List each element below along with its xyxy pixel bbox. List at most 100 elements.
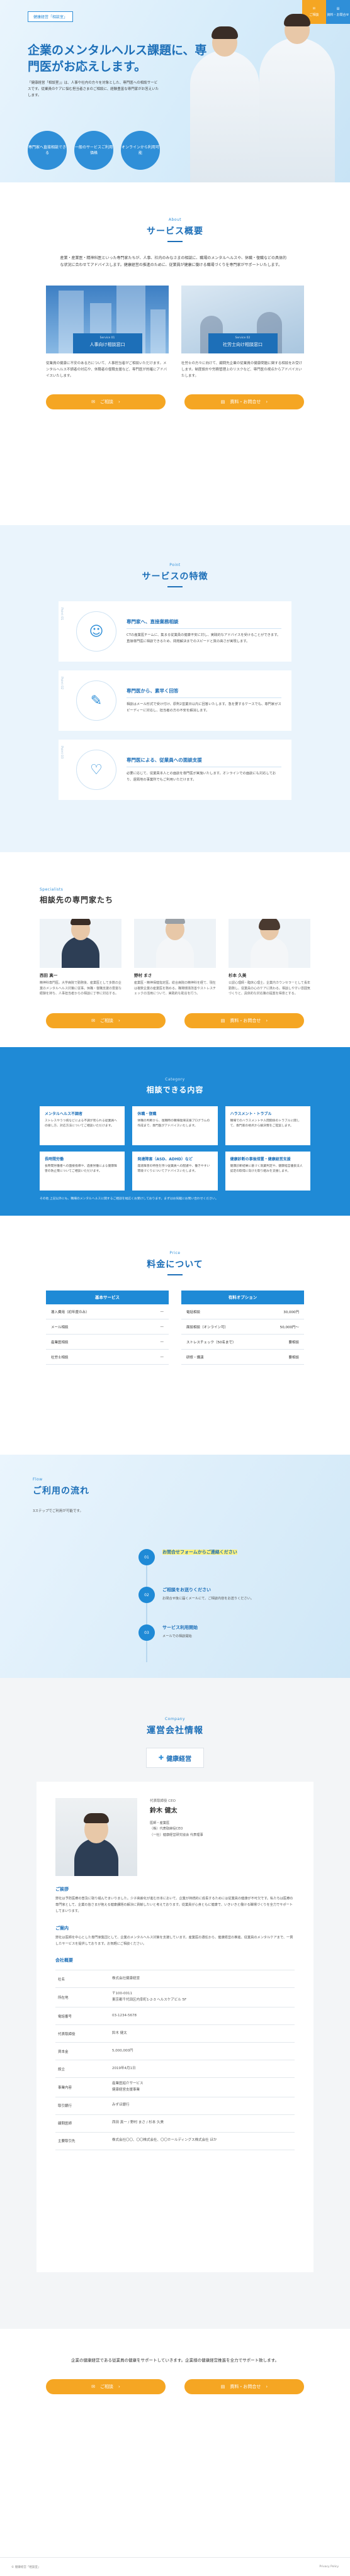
table-row: 社名 株式会社健康経営 bbox=[55, 1970, 295, 1989]
info-key: 設立 bbox=[58, 2067, 65, 2072]
features-eyebrow: Point bbox=[169, 563, 181, 567]
table-row: 顧問医師 西田 真一 / 野村 まさ / 杉本 久美 bbox=[55, 2115, 295, 2133]
pricing-section: Price 料金について 基本サービス 導入費用（初年度のみ） — メール相談 — … bbox=[0, 1216, 350, 1455]
price-item: ストレスチェック（50名まで） bbox=[186, 1340, 236, 1345]
company-eyebrow: Company bbox=[164, 1717, 186, 1721]
feature-title: 専門家へ、直接業務相談 bbox=[127, 618, 281, 629]
doctor-figure bbox=[190, 26, 259, 182]
step-number: 03 bbox=[138, 1624, 155, 1641]
price-item: 導入費用（初年度のみ） bbox=[51, 1310, 89, 1314]
ceo-role: 代表取締役 CEO bbox=[150, 1799, 176, 1803]
table-row: 設立 2019年4月1日 bbox=[55, 2060, 295, 2079]
document-icon: ▤ bbox=[220, 2384, 225, 2390]
specialists-title: 相談先の専門家たち bbox=[40, 896, 114, 904]
hero-section: 健康経営「相談室」 ✉ ご相談 ▤ 資料・お問合せ 企業のメンタルヘルス課題に、… bbox=[0, 0, 350, 182]
feature-item: Point 03 ♡ 専門医による、従業員への面談支援 必要に応じて、従業員本人… bbox=[59, 740, 291, 800]
price-item: 産業医相談 bbox=[51, 1340, 69, 1345]
specialist-card: 杉本 久美 公認心理師・臨床心理士。企業内カウンセラーとして長年勤務し、従業員の… bbox=[229, 919, 310, 1006]
specialists-eyebrow: Specialists bbox=[40, 887, 64, 892]
features-title: サービスの特徴 bbox=[142, 572, 208, 582]
contact-button[interactable]: ✉ ご相談 › bbox=[46, 1013, 166, 1028]
docs-button[interactable]: ▤ 資料・お問合せ › bbox=[184, 1013, 304, 1028]
info-key: 社名 bbox=[58, 1977, 65, 1982]
specialist-name: 杉本 久美 bbox=[229, 973, 247, 978]
info-value: 鈴木 健太 bbox=[112, 2031, 127, 2035]
info-value: 5,000,000円 bbox=[112, 2048, 133, 2053]
step-number: 02 bbox=[138, 1587, 155, 1603]
contact-button[interactable]: ✉ ご相談 › bbox=[46, 394, 166, 410]
service-desc: 社労士の方々に向けて、顧問先企業の従業員の健康問題に関する相談をお受けします。制… bbox=[181, 361, 303, 378]
category-title: 発達障害（ASD、ADHD）など bbox=[137, 1157, 193, 1162]
price-value: 50,000円〜 bbox=[279, 1325, 299, 1330]
vision-text: 弊社は医師を中心とした専門家集団として、企業のメンタルヘルス対策を支援しています… bbox=[55, 1935, 293, 1946]
feature-title: 専門医による、従業員への面談支援 bbox=[127, 757, 281, 767]
service-label-jp: 社労士向け相談窓口 bbox=[223, 341, 262, 347]
document-icon: ▤ bbox=[336, 7, 340, 11]
company-section: Company 運営会社情報 ✚ 健康経営 代表取締役 CEO 鈴木 健太 医師・… bbox=[0, 1678, 350, 2329]
specialist-photo bbox=[40, 919, 121, 968]
consult-category: 発達障害（ASD、ADHD）など発達障害の特性を持つ従業員への配慮や、働きやすい… bbox=[132, 1152, 218, 1191]
contact-button[interactable]: ✉ ご相談 › bbox=[46, 2379, 166, 2395]
arrow-right-icon: › bbox=[118, 2384, 120, 2390]
step-number: 01 bbox=[138, 1549, 155, 1565]
company-info-table: 社名 株式会社健康経営 所在地 〒100-0011 東京都千代田区内幸町1-2-3 … bbox=[55, 1970, 295, 2150]
contact-button-label: ご相談 bbox=[100, 2384, 114, 2390]
company-logo-text: 健康経営 bbox=[166, 1755, 192, 1763]
cta-section: 企業の健康経営である従業員の健康をサポートしていきます。企業様の健康経営推進を全… bbox=[0, 2329, 350, 2473]
consult-section: Category 相談できる内容 メンタルヘルス不調者 ストレスやうつ病などによる… bbox=[0, 1047, 350, 1216]
document-icon: ▤ bbox=[220, 399, 225, 405]
price-value: — bbox=[160, 1355, 164, 1359]
service-card-sharoushi: Service 02 社労士向け相談窓口 社労士の方々に向けて、顧問先企業の従業… bbox=[181, 285, 304, 380]
table-row: 産業医相談 — bbox=[46, 1335, 169, 1350]
info-title: 会社概要 bbox=[55, 1958, 73, 1963]
category-desc: 発達障害の特性を持つ従業員への配慮や、働きやすい環境づくりについてアドバイスいた… bbox=[137, 1165, 210, 1174]
consult-category: 健康診断の事後措置・健康経営支援 健康診断結果に基づく就業判定や、健康経営優良法人… bbox=[225, 1152, 310, 1191]
consult-note: その他 上記以外にも、職場のメンタルヘルスに関するご相談を幅広くお受けしておりま… bbox=[40, 1197, 218, 1201]
table-row: 主要取引先 株式会社〇〇、〇〇株式会社、〇〇ホールディングス株式会社 ほか bbox=[55, 2133, 295, 2150]
docs-button-label: 資料・お問合せ bbox=[230, 399, 261, 405]
step-desc: お問合せ後に届くメールにて、ご相談内容をお送りください。 bbox=[162, 1597, 254, 1601]
overview-title: サービス概要 bbox=[147, 226, 203, 236]
header-docs-button[interactable]: ▤ 資料・お問合せ bbox=[326, 0, 350, 24]
info-key: 顧問医師 bbox=[58, 2122, 72, 2126]
category-title: ハラスメント・トラブル bbox=[230, 1112, 272, 1116]
info-key: 代表取締役 bbox=[58, 2032, 76, 2036]
category-title: 長時間労働 bbox=[45, 1157, 64, 1162]
feature-item: Point 02 ✎ 専門医から、素早く回答 相談はメール形式で受け付け、原則2… bbox=[59, 670, 291, 731]
table-row: 資本金 5,000,000円 bbox=[55, 2043, 295, 2061]
privacy-policy-link[interactable]: Privacy Policy bbox=[319, 2565, 339, 2568]
document-icon: ▤ bbox=[220, 1018, 225, 1023]
overview-text: 産業・産業医・精神科医といった専門家たちが、人事、社内のみなさまの相談に、職場の… bbox=[60, 256, 287, 268]
info-key: 資本金 bbox=[58, 2050, 69, 2054]
category-desc: 長時間労働者への面接指導や、過重労働による健康障害の防止策についてご相談いただけ… bbox=[45, 1165, 117, 1174]
service-label-jp: 人事向け相談窓口 bbox=[89, 341, 125, 347]
mail-icon: ✉ bbox=[91, 2384, 96, 2390]
price-value: — bbox=[160, 1309, 164, 1314]
info-value: 2019年4月1日 bbox=[112, 2066, 136, 2070]
flow-step: 02 ご相談をお送りください お問合せ後に届くメールにて、ご相談内容をお送りくださ… bbox=[138, 1587, 326, 1603]
flow-note: 3ステップでご利用が可能です。 bbox=[33, 1509, 83, 1513]
price-item: メール相談 bbox=[51, 1325, 69, 1330]
docs-button[interactable]: ▤ 資料・お問合せ › bbox=[184, 394, 304, 410]
price-item: 研修・講演 bbox=[186, 1355, 204, 1360]
consult-title: 相談できる内容 bbox=[146, 1085, 204, 1094]
docs-button[interactable]: ▤ 資料・お問合せ › bbox=[184, 2379, 304, 2395]
site-logo[interactable]: 健康経営「相談室」 bbox=[28, 11, 74, 22]
service-card-hr: Service 01 人事向け相談窓口 従業員の健康に不安のある方について、人事… bbox=[46, 285, 169, 380]
specialist-card: 西田 真一 精神科専門医。大学病院で勤務後、産業医として多数の企業のメンタルヘル… bbox=[40, 919, 121, 1006]
info-value: みずほ銀行 bbox=[112, 2103, 130, 2107]
hero-feature-circles: 専門家へ直接相談できる 一般のサービスご利用価格 オンラインから利用可能 bbox=[28, 131, 160, 170]
specialist-name: 野村 まさ bbox=[134, 973, 152, 978]
specialist-bio: 精神科専門医。大学病院で勤務後、産業医として多数の企業のメンタルヘルス対策に従事… bbox=[40, 981, 121, 996]
flow-step: 01 お問合せフォームからご連絡ください bbox=[138, 1549, 326, 1565]
hero-circle: オンラインから利用可能 bbox=[121, 131, 160, 170]
info-value: 西田 真一 / 野村 まさ / 杉本 久美 bbox=[112, 2121, 164, 2125]
company-title: 運営会社情報 bbox=[147, 1726, 203, 1736]
price-item: 社労士相談 bbox=[51, 1355, 69, 1360]
header-docs-label: 資料・お問合せ bbox=[327, 13, 349, 17]
ceo-photo bbox=[55, 1798, 137, 1876]
price-value: 30,000円 bbox=[283, 1310, 299, 1314]
company-card: 代表取締役 CEO 鈴木 健太 医師・産業医 （株）代表取締役CEO （一社）健… bbox=[37, 1782, 313, 2272]
info-value: 産業医紹介サービス 健康経営支援事業 bbox=[112, 2082, 144, 2092]
step-title[interactable]: お問合せフォームからご連絡ください bbox=[162, 1550, 237, 1555]
